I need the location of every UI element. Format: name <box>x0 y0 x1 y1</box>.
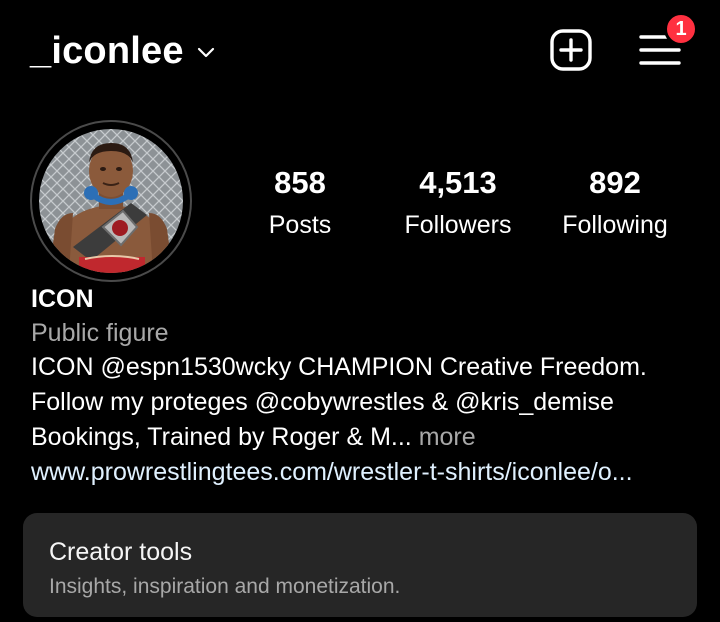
plus-square-icon[interactable] <box>549 28 593 72</box>
profile-photo <box>39 129 183 273</box>
avatar[interactable] <box>30 120 192 282</box>
bio-line-3-text: Bookings, Trained by Roger & M... <box>31 423 412 451</box>
website-link[interactable]: www.prowrestlingtees.com/wrestler-t-shir… <box>31 455 701 490</box>
top-bar: _iconlee 1 <box>0 0 720 100</box>
profile-bio: ICON Public figure ICON @espn1530wcky CH… <box>31 284 701 490</box>
account-switcher[interactable]: _iconlee <box>30 28 216 74</box>
followers-label: Followers <box>404 211 512 239</box>
following-label: Following <box>562 211 668 239</box>
more-link[interactable]: more <box>419 423 476 451</box>
profile-category: Public figure <box>31 319 169 347</box>
chevron-down-icon <box>197 47 214 58</box>
bio-line-3: Bookings, Trained by Roger & M... more <box>31 420 701 455</box>
display-name: ICON <box>31 285 94 313</box>
notification-badge: 1 <box>664 12 698 46</box>
username: _iconlee <box>30 30 184 72</box>
creator-tools-card[interactable]: Creator tools Insights, inspiration and … <box>23 513 697 617</box>
stat-followers[interactable]: 4,513 Followers <box>390 164 526 242</box>
posts-label: Posts <box>268 211 332 239</box>
creator-tools-title: Creator tools <box>49 538 193 566</box>
following-count: 892 <box>589 165 641 200</box>
posts-count: 858 <box>274 165 326 200</box>
bio-line-1: ICON @espn1530wcky CHAMPION Creative Fre… <box>31 353 647 381</box>
bio-line-2: Follow my proteges @cobywrestles & @kris… <box>31 388 614 416</box>
stat-following[interactable]: 892 Following <box>548 164 682 242</box>
stat-posts[interactable]: 858 Posts <box>250 164 350 242</box>
followers-count: 4,513 <box>419 165 497 200</box>
profile-photo-image <box>39 129 183 273</box>
creator-tools-subtitle: Insights, inspiration and monetization. <box>49 575 401 598</box>
